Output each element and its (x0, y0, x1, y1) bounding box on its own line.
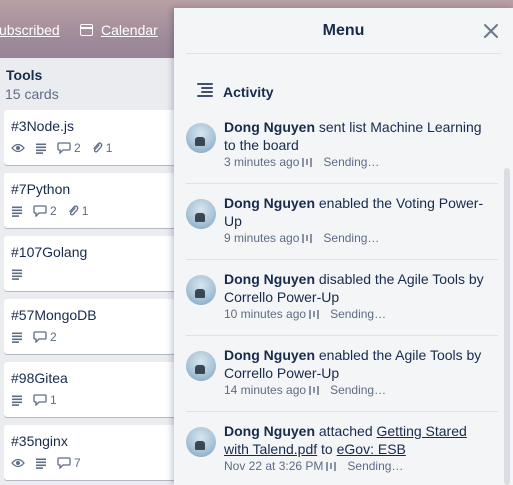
card-badges: 2 (11, 330, 67, 344)
activity-icon (196, 82, 214, 103)
card[interactable]: #107Golang (4, 236, 178, 291)
menu-divider (186, 53, 501, 54)
avatar[interactable] (186, 427, 216, 457)
card[interactable]: #7Python 2 1 (4, 173, 178, 228)
activity-status: Sending… (323, 155, 380, 169)
list-title[interactable]: Tools (6, 67, 42, 83)
card-title: #98Gitea (11, 370, 68, 386)
activity-status: Sending… (330, 307, 387, 321)
sending-bars-icon (309, 385, 321, 395)
description-icon (11, 206, 23, 217)
activity-meta: 14 minutes ago Sending… (224, 383, 386, 397)
activity-time[interactable]: 9 minutes ago (224, 231, 299, 245)
close-icon[interactable] (483, 23, 499, 39)
card-link[interactable]: eGov: ESB (337, 441, 406, 457)
activity-user[interactable]: Dong Nguyen (224, 271, 315, 287)
comment-icon (57, 142, 71, 154)
description-icon (35, 143, 47, 154)
comments-badge: 1 (33, 393, 57, 407)
activity-item: Dong Nguyen attached Getting Stared with… (186, 422, 498, 485)
comments-badge: 2 (33, 204, 57, 218)
menu-scrollbar-thumb[interactable] (504, 168, 510, 485)
comments-badge: 2 (33, 330, 57, 344)
card[interactable]: #98Gitea 1 (4, 362, 178, 417)
activity-status: Sending… (323, 231, 380, 245)
activity-item: Dong Nguyen enabled the Voting Power-Up … (186, 194, 498, 260)
comments-badge: 2 (57, 141, 81, 155)
card-badges: 2 1 (11, 141, 122, 155)
activity-text: Dong Nguyen sent list Machine Learning t… (224, 119, 482, 153)
activity-text: Dong Nguyen enabled the Agile Tools by C… (224, 347, 482, 381)
activity-time[interactable]: Nov 22 at 3:26 PM (224, 459, 323, 473)
activity-user[interactable]: Dong Nguyen (224, 423, 315, 439)
watch-icon (11, 458, 25, 468)
card-badges: 7 (11, 456, 91, 470)
activity-meta: 3 minutes ago Sending… (224, 155, 379, 169)
board-area: ubscribed Calendar Tools 15 cards #3Node… (0, 0, 190, 485)
activity-item: Dong Nguyen disabled the Agile Tools by … (186, 270, 498, 336)
description-icon (11, 269, 23, 280)
comment-icon (57, 457, 71, 469)
card-title: #35nginx (11, 433, 68, 449)
activity-status: Sending… (347, 459, 404, 473)
activity-text: Dong Nguyen attached Getting Stared with… (224, 423, 467, 457)
activity-item: Dong Nguyen sent list Machine Learning t… (186, 118, 498, 184)
calendar-link[interactable]: Calendar (101, 22, 158, 38)
watch-icon (11, 143, 25, 153)
attachments-badge: 1 (67, 204, 88, 218)
activity-meta: Nov 22 at 3:26 PM Sending… (224, 459, 403, 473)
activity-time[interactable]: 10 minutes ago (224, 307, 306, 321)
sending-bars-icon (326, 461, 338, 471)
board-header: ubscribed Calendar (0, 8, 190, 54)
avatar[interactable] (186, 123, 216, 153)
comments-badge: 7 (57, 456, 81, 470)
comment-icon (33, 331, 47, 343)
card-badges (11, 267, 33, 281)
description-icon (11, 395, 23, 406)
menu-header: Menu (174, 8, 513, 54)
card[interactable]: #57MongoDB 2 (4, 299, 178, 354)
activity-meta: 10 minutes ago Sending… (224, 307, 386, 321)
card-badges: 1 (11, 393, 67, 407)
menu-title: Menu (322, 22, 365, 39)
comment-icon (33, 394, 47, 406)
sending-bars-icon (309, 309, 321, 319)
activity-meta: 9 minutes ago Sending… (224, 231, 379, 245)
card-title: #7Python (11, 181, 71, 197)
avatar[interactable] (186, 275, 216, 305)
activity-item: Dong Nguyen enabled the Agile Tools by C… (186, 346, 498, 412)
attachments-badge: 1 (91, 141, 112, 155)
avatar[interactable] (186, 351, 216, 381)
activity-time[interactable]: 14 minutes ago (224, 383, 306, 397)
activity-section-title: Activity (223, 84, 274, 100)
activity-text: Dong Nguyen enabled the Voting Power-Up (224, 195, 484, 229)
card-badges: 2 1 (11, 204, 98, 218)
avatar[interactable] (186, 199, 216, 229)
description-icon (35, 458, 47, 469)
paperclip-icon (93, 142, 103, 153)
comment-icon (33, 205, 47, 217)
list-tools: Tools 15 cards #3Node.js 2 1 #7Python 2 … (0, 58, 178, 485)
subscribed-link[interactable]: ubscribed (0, 22, 60, 38)
activity-time[interactable]: 3 minutes ago (224, 155, 299, 169)
activity-section-header: Activity (196, 82, 274, 103)
card-title: #107Golang (11, 244, 88, 260)
activity-status: Sending… (330, 383, 387, 397)
card-title: #57MongoDB (11, 307, 97, 323)
activity-text: Dong Nguyen disabled the Agile Tools by … (224, 271, 484, 305)
menu-panel: Menu Activity Dong Nguyen sent list Mach… (174, 8, 513, 485)
sending-bars-icon (302, 157, 314, 167)
card[interactable]: #35nginx 7 (4, 425, 178, 480)
sending-bars-icon (302, 233, 314, 243)
list-card-count: 15 cards (5, 86, 59, 102)
activity-user[interactable]: Dong Nguyen (224, 195, 315, 211)
card-title: #3Node.js (11, 118, 75, 134)
activity-user[interactable]: Dong Nguyen (224, 347, 315, 363)
paperclip-icon (69, 205, 79, 216)
card[interactable]: #3Node.js 2 1 (4, 110, 178, 165)
activity-user[interactable]: Dong Nguyen (224, 119, 315, 135)
description-icon (11, 332, 23, 343)
calendar-icon (80, 24, 93, 36)
